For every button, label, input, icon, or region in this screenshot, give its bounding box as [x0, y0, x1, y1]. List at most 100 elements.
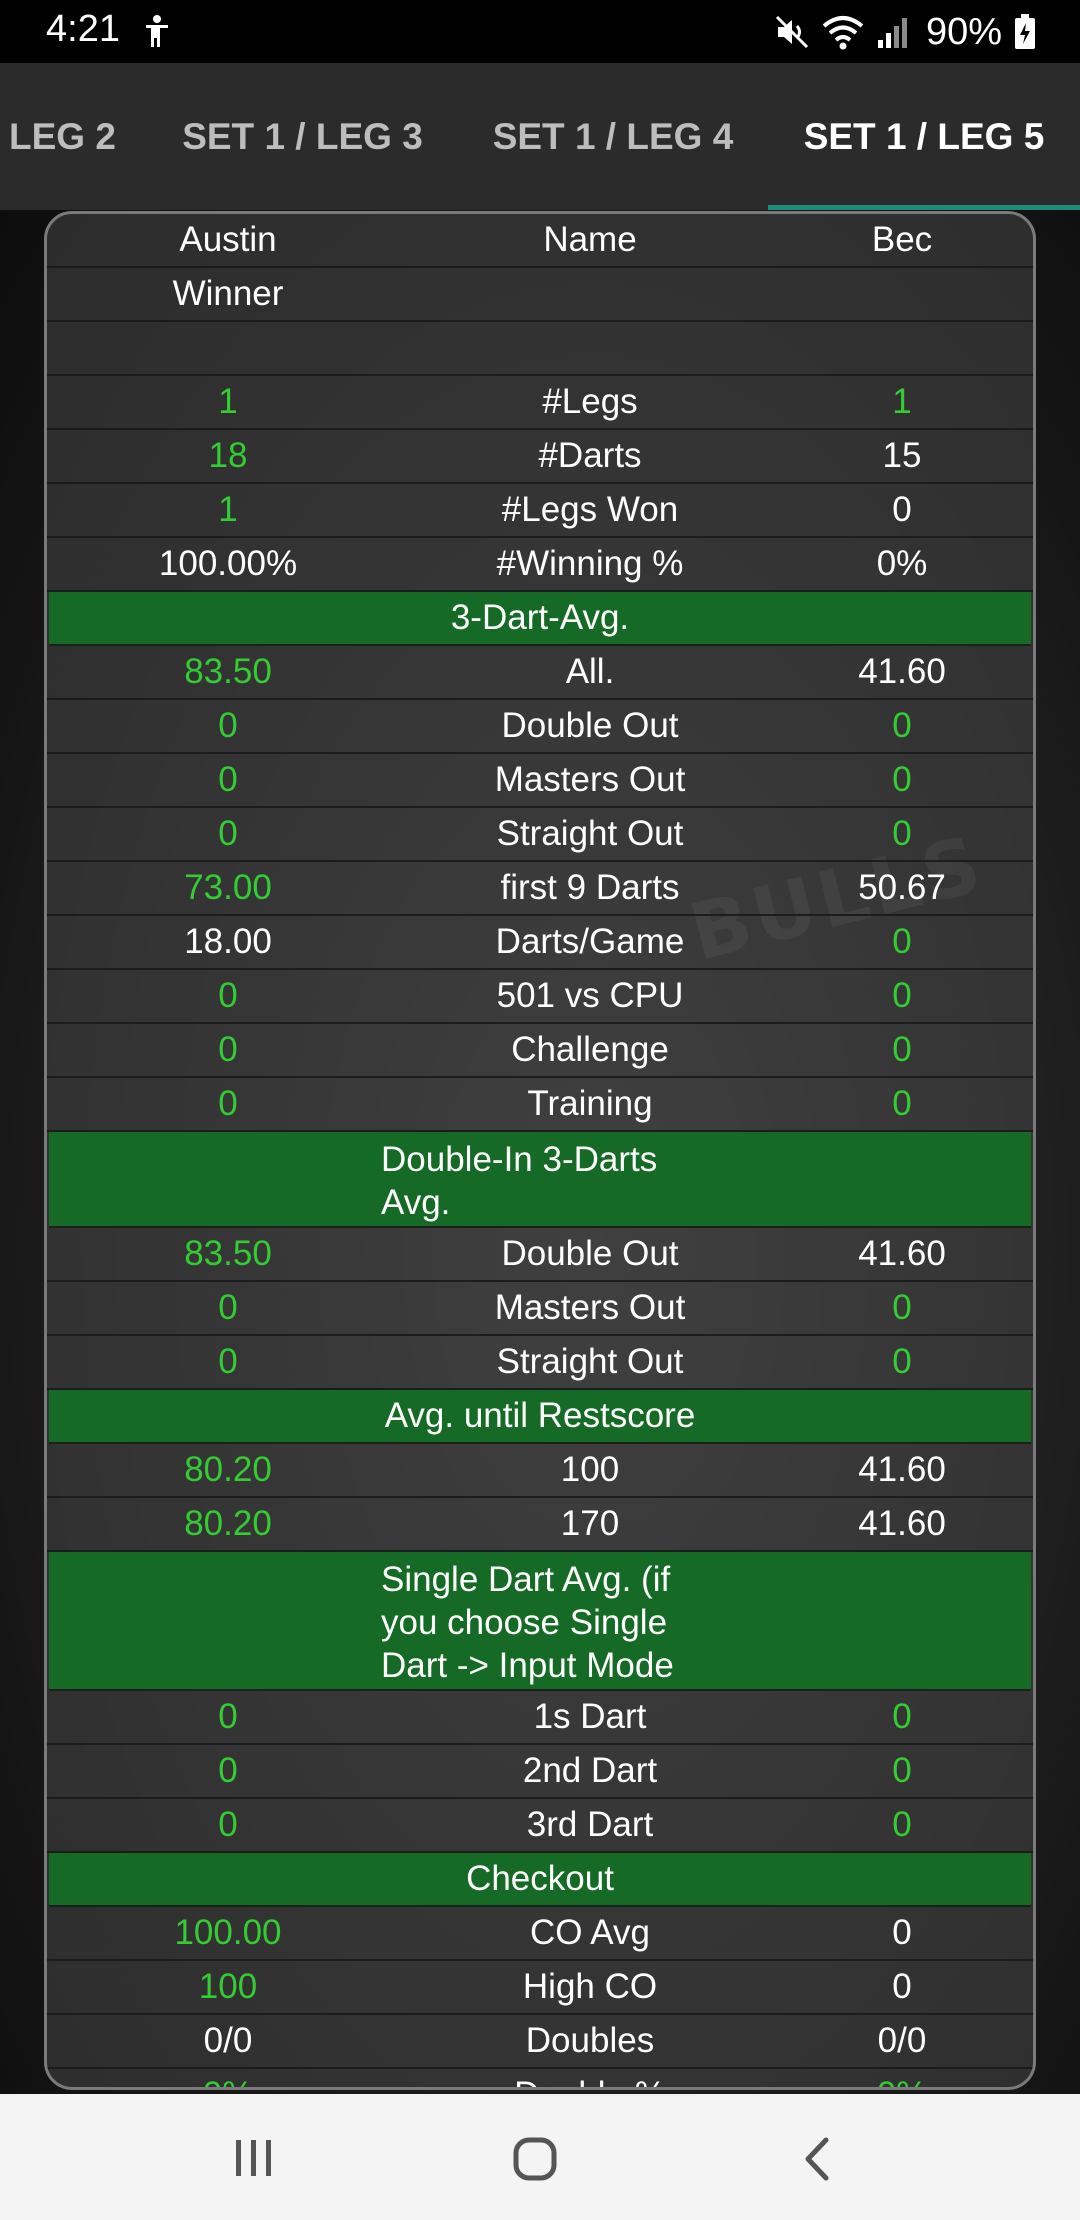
section-header: Avg. until Restscore — [49, 1390, 1031, 1444]
stat-label: Darts/Game — [495, 922, 685, 961]
player-2-value: 0% — [771, 2069, 1033, 2087]
stat-label: Straight Out — [496, 814, 684, 853]
player-1-value: Winner — [172, 274, 284, 313]
stat-label: Name — [543, 220, 637, 259]
stats-row: 0 Masters Out 0 — [47, 1282, 1033, 1336]
player-1-value: 100 — [198, 1967, 258, 2006]
stats-row: 0 Training 0 — [47, 1078, 1033, 1132]
player-2-value: 0 — [892, 1967, 912, 2006]
signal-icon — [876, 14, 910, 50]
stats-row: 0 Challenge 0 — [47, 1024, 1033, 1078]
player-2-value: 50.67 — [858, 868, 946, 907]
battery-percentage: 90% — [925, 10, 1002, 53]
player-1-value: 80.20 — [184, 1450, 272, 1489]
player-1-value: 0 — [218, 706, 238, 745]
player-2-value: 0 — [892, 976, 912, 1015]
section-header-label: Single Dart Avg. (if you choose Single D… — [381, 1560, 674, 1685]
stats-row: 83.50 All. 41.60 — [47, 646, 1033, 700]
stats-row: 0 Masters Out 0 — [47, 754, 1033, 808]
player-1-value: 1 — [218, 382, 238, 421]
stat-label: Challenge — [511, 1030, 669, 1069]
stats-row: Winner — [47, 268, 1033, 322]
player-2-value: 0 — [892, 922, 912, 961]
player-1-value: 0 — [218, 760, 238, 799]
section-header: 3-Dart-Avg. — [49, 592, 1031, 646]
stats-row: 100.00% #Winning % 0% — [47, 538, 1033, 592]
stat-label: Doubles — [525, 2021, 655, 2060]
stats-row: 0 1s Dart 0 — [47, 1691, 1033, 1745]
stat-label: High CO — [522, 1967, 658, 2006]
stat-label: Double Out — [501, 706, 679, 745]
player-1-value: 0 — [218, 1030, 238, 1069]
player-1-value: 83.50 — [184, 1234, 272, 1273]
stats-row: 1 #Legs 1 — [47, 376, 1033, 430]
mute-icon — [774, 14, 810, 50]
tab-set-1-leg-3[interactable]: SET 1 / LEG 3 — [160, 63, 445, 210]
stat-label: CO Avg — [530, 1913, 650, 1952]
stat-label — [409, 322, 771, 374]
player-1-value: 0 — [218, 1288, 238, 1327]
stat-label — [409, 268, 771, 320]
stat-label: Straight Out — [496, 1342, 684, 1381]
stats-row: 0/0 Doubles 0/0 — [47, 2015, 1033, 2069]
back-icon[interactable] — [802, 2136, 832, 2187]
player-2-value — [771, 322, 1033, 374]
stat-label: 3rd Dart — [526, 1805, 654, 1844]
section-header: Single Dart Avg. (if you choose Single D… — [49, 1552, 1031, 1691]
player-1-value: 73.00 — [184, 868, 272, 907]
player-2-value: 0 — [892, 1030, 912, 1069]
stats-row: 0 Straight Out 0 — [47, 1336, 1033, 1390]
player-2-value: 0 — [892, 1084, 912, 1123]
stat-label: Masters Out — [494, 1288, 686, 1327]
navigation-bar — [0, 2094, 1080, 2220]
stats-row: 80.20 100 41.60 — [47, 1444, 1033, 1498]
stat-label: #Winning % — [496, 544, 684, 583]
section-header-label: 3-Dart-Avg. — [450, 598, 630, 637]
stats-row: 80.20 170 41.60 — [47, 1498, 1033, 1552]
player-2-value: 0 — [892, 1288, 912, 1327]
stats-row: 1 #Legs Won 0 — [47, 484, 1033, 538]
player-2-value: 41.60 — [858, 1504, 946, 1543]
status-bar: 4:21 90% — [0, 0, 1080, 63]
stats-row: 18 #Darts 15 — [47, 430, 1033, 484]
player-1-value — [47, 322, 409, 374]
player-2-value: 0 — [892, 814, 912, 853]
stat-label: 100 — [560, 1450, 620, 1489]
stat-label: first 9 Darts — [500, 868, 680, 907]
player-1-value: 0 — [218, 1805, 238, 1844]
stats-row: 0%Double %0% — [47, 2069, 1033, 2087]
statistics-table[interactable]: Austin Name Bec Winner 1 #Legs 1 18 #Darts 15 1 #Le… — [44, 211, 1036, 2090]
stats-row: Austin Name Bec — [47, 214, 1033, 268]
stat-label: All. — [565, 652, 615, 691]
stats-row: 100.00 CO Avg 0 — [47, 1907, 1033, 1961]
player-1-value: 83.50 — [184, 652, 272, 691]
tab-leg-2[interactable]: LEG 2 — [0, 63, 125, 210]
stats-row: 0 2nd Dart 0 — [47, 1745, 1033, 1799]
player-1-value: 0 — [218, 1697, 238, 1736]
recents-icon[interactable] — [232, 2136, 276, 2185]
player-2-value: 1 — [892, 382, 912, 421]
status-icons: 90% — [774, 8, 1036, 56]
stat-label: Double Out — [501, 1234, 679, 1273]
player-2-value: 0 — [892, 490, 912, 529]
stat-label: 2nd Dart — [522, 1751, 658, 1790]
stat-label: 501 vs CPU — [496, 976, 684, 1015]
status-time: 4:21 — [46, 8, 120, 50]
player-2-value: 0 — [892, 1913, 912, 1952]
tab-set-1-leg-4[interactable]: SET 1 / LEG 4 — [472, 63, 754, 210]
section-header-label: Double-In 3-Darts Avg. — [381, 1140, 658, 1222]
home-icon[interactable] — [512, 2136, 558, 2187]
stat-label: 170 — [560, 1504, 620, 1543]
player-2-value: 0 — [892, 1697, 912, 1736]
player-2-value: 15 — [882, 436, 922, 475]
player-1-value: Austin — [179, 220, 277, 259]
player-1-value: 0 — [218, 814, 238, 853]
stats-row: 18.00 Darts/Game 0 — [47, 916, 1033, 970]
player-2-value — [771, 268, 1033, 320]
tab-set-1-leg-5[interactable]: SET 1 / LEG 5 — [768, 63, 1080, 210]
player-1-value: 0 — [218, 1342, 238, 1381]
stats-row: 73.00 first 9 Darts 50.67 — [47, 862, 1033, 916]
section-header: Double-In 3-Darts Avg. — [49, 1132, 1031, 1228]
section-header-label: Checkout — [466, 1859, 614, 1898]
player-2-value: 0 — [892, 1342, 912, 1381]
